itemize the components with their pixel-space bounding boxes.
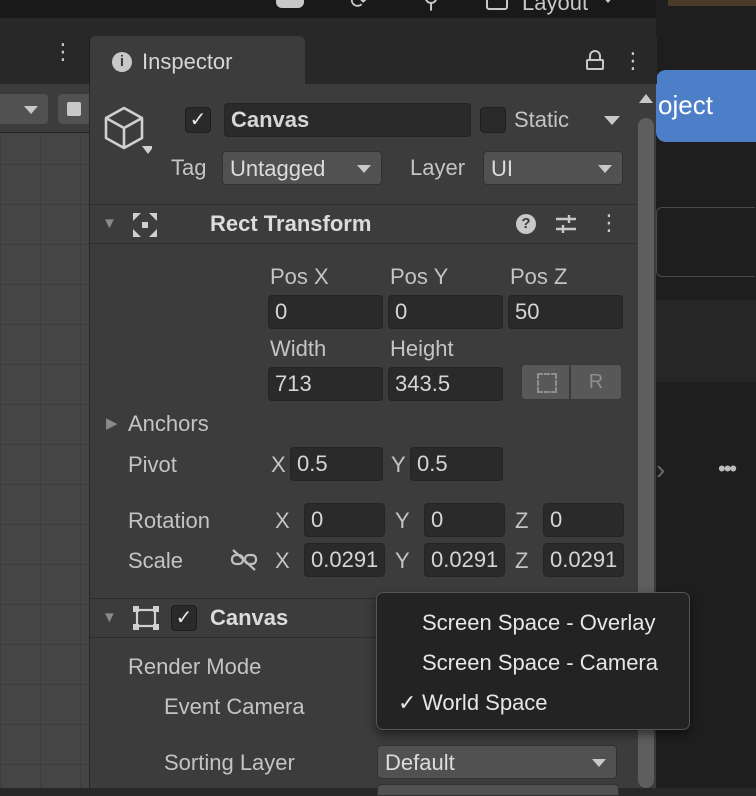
tag-value: Untagged <box>230 156 326 181</box>
scale-z-field[interactable]: 0.0291 <box>543 543 624 577</box>
canvas-component-title: Canvas <box>210 605 289 630</box>
height-field[interactable]: 343.5 <box>388 367 503 401</box>
rotation-z-field[interactable]: 0 <box>543 503 624 537</box>
pos-z-label: Pos Z <box>510 264 568 289</box>
layout-icon <box>486 0 508 10</box>
scale-label: Scale <box>128 548 184 573</box>
presets-icon[interactable] <box>555 213 577 235</box>
object-name-field[interactable]: Canvas <box>224 103 471 137</box>
history-icon[interactable]: ⟳ <box>350 0 368 14</box>
chevron-down-icon <box>357 165 371 173</box>
scene-view[interactable] <box>0 84 89 788</box>
scale-x-label: X <box>275 548 290 573</box>
more-options-icon[interactable]: ⋮ <box>52 41 74 74</box>
fold-down-icon[interactable]: ▼ <box>102 609 117 626</box>
tab-inspector[interactable]: i Inspector <box>90 36 305 86</box>
event-camera-label: Event Camera <box>164 694 305 719</box>
width-label: Width <box>270 336 327 361</box>
more-options-icon[interactable]: ⋮ <box>622 48 644 74</box>
cloud-icon[interactable] <box>276 0 304 8</box>
pivot-label: Pivot <box>128 452 177 477</box>
info-icon: i <box>112 52 132 72</box>
anchors-label[interactable]: Anchors <box>128 411 209 437</box>
raw-edit-button[interactable]: R <box>570 364 622 400</box>
layer-value: UI <box>491 156 513 181</box>
rotation-x-field[interactable]: 0 <box>304 503 385 537</box>
pivot-x-label: X <box>271 452 286 477</box>
rotation-x-label: X <box>275 508 290 533</box>
height-label: Height <box>390 336 454 361</box>
sorting-layer-label: Sorting Layer <box>164 750 295 775</box>
right-panel-box[interactable] <box>656 207 755 277</box>
pos-x-label: Pos X <box>270 264 329 289</box>
project-button[interactable]: oject <box>656 70 756 142</box>
rect-transform-icon <box>131 211 159 239</box>
raw-edit-label: R <box>588 371 604 393</box>
rotation-y-field[interactable]: 0 <box>424 503 505 537</box>
scale-y-label: Y <box>395 548 410 573</box>
popup-item-world-space[interactable]: World Space <box>422 690 548 716</box>
chevron-down-icon <box>24 106 38 114</box>
tag-label: Tag <box>171 155 207 180</box>
sorting-layer-dropdown[interactable]: Default <box>377 745 617 779</box>
dotted-square-icon <box>537 373 557 393</box>
chevron-down-icon <box>592 759 606 767</box>
chevron-down-icon <box>598 165 612 173</box>
rotation-y-label: Y <box>395 508 410 533</box>
layer-dropdown[interactable]: UI <box>483 151 623 185</box>
static-dropdown-arrow[interactable] <box>604 116 620 125</box>
pos-y-field[interactable]: 0 <box>388 295 503 329</box>
unlinked-scale-icon[interactable] <box>230 548 258 572</box>
static-checkbox[interactable] <box>480 107 506 133</box>
help-icon[interactable]: ? <box>516 214 536 234</box>
pivot-y-field[interactable]: 0.5 <box>410 447 503 481</box>
render-mode-label: Render Mode <box>128 654 262 679</box>
pos-y-label: Pos Y <box>390 264 449 289</box>
canvas-component-icon <box>132 605 160 631</box>
fold-right-icon[interactable]: ▶ <box>106 414 118 432</box>
project-button-label: oject <box>658 90 713 120</box>
sorting-layer-value: Default <box>385 750 455 775</box>
popup-item-screen-space-camera[interactable]: Screen Space - Camera <box>422 650 658 676</box>
scene-tool-dropdown[interactable] <box>0 94 48 124</box>
square-icon <box>67 102 81 116</box>
lock-icon[interactable] <box>586 50 604 70</box>
layer-label: Layer <box>410 155 466 180</box>
pos-z-field[interactable]: 50 <box>508 295 623 329</box>
static-label: Static <box>514 107 570 132</box>
right-panel-thumbnail <box>668 0 756 6</box>
tab-inspector-label: Inspector <box>142 49 233 74</box>
checkmark-icon: ✓ <box>398 690 417 715</box>
pivot-x-field[interactable]: 0.5 <box>290 447 383 481</box>
tag-dropdown[interactable]: Untagged <box>222 151 382 185</box>
fold-down-icon[interactable]: ▼ <box>102 215 117 232</box>
scale-z-label: Z <box>515 548 529 573</box>
layout-label: Layout <box>522 0 589 15</box>
pivot-y-label: Y <box>391 452 406 477</box>
blueprint-mode-button[interactable] <box>521 364 570 400</box>
scroll-up-arrow[interactable] <box>639 94 653 103</box>
scale-y-field[interactable]: 0.0291 <box>424 543 505 577</box>
gameobject-icon[interactable] <box>104 104 154 158</box>
width-field[interactable]: 713 <box>268 367 383 401</box>
more-icon[interactable]: ••• <box>718 456 737 482</box>
scale-x-field[interactable]: 0.0291 <box>304 543 385 577</box>
chevron-down-icon <box>602 0 614 3</box>
canvas-enabled-checkbox[interactable]: ✓ <box>171 605 197 631</box>
right-panel-band <box>656 300 756 382</box>
search-icon[interactable]: ⚲ <box>423 0 439 14</box>
more-options-icon[interactable]: ⋮ <box>598 210 620 236</box>
scene-tool-button[interactable] <box>58 94 89 124</box>
next-field[interactable] <box>377 784 619 796</box>
popup-item-screen-space-overlay[interactable]: Screen Space - Overlay <box>422 610 656 636</box>
scene-tabbar <box>0 36 89 84</box>
chevron-right-icon: › <box>656 454 666 485</box>
rotation-z-label: Z <box>515 508 529 533</box>
active-checkbox[interactable]: ✓ <box>185 107 211 133</box>
pos-x-field[interactable]: 0 <box>268 295 383 329</box>
rect-transform-title: Rect Transform <box>210 211 372 236</box>
rotation-label: Rotation <box>128 508 210 533</box>
